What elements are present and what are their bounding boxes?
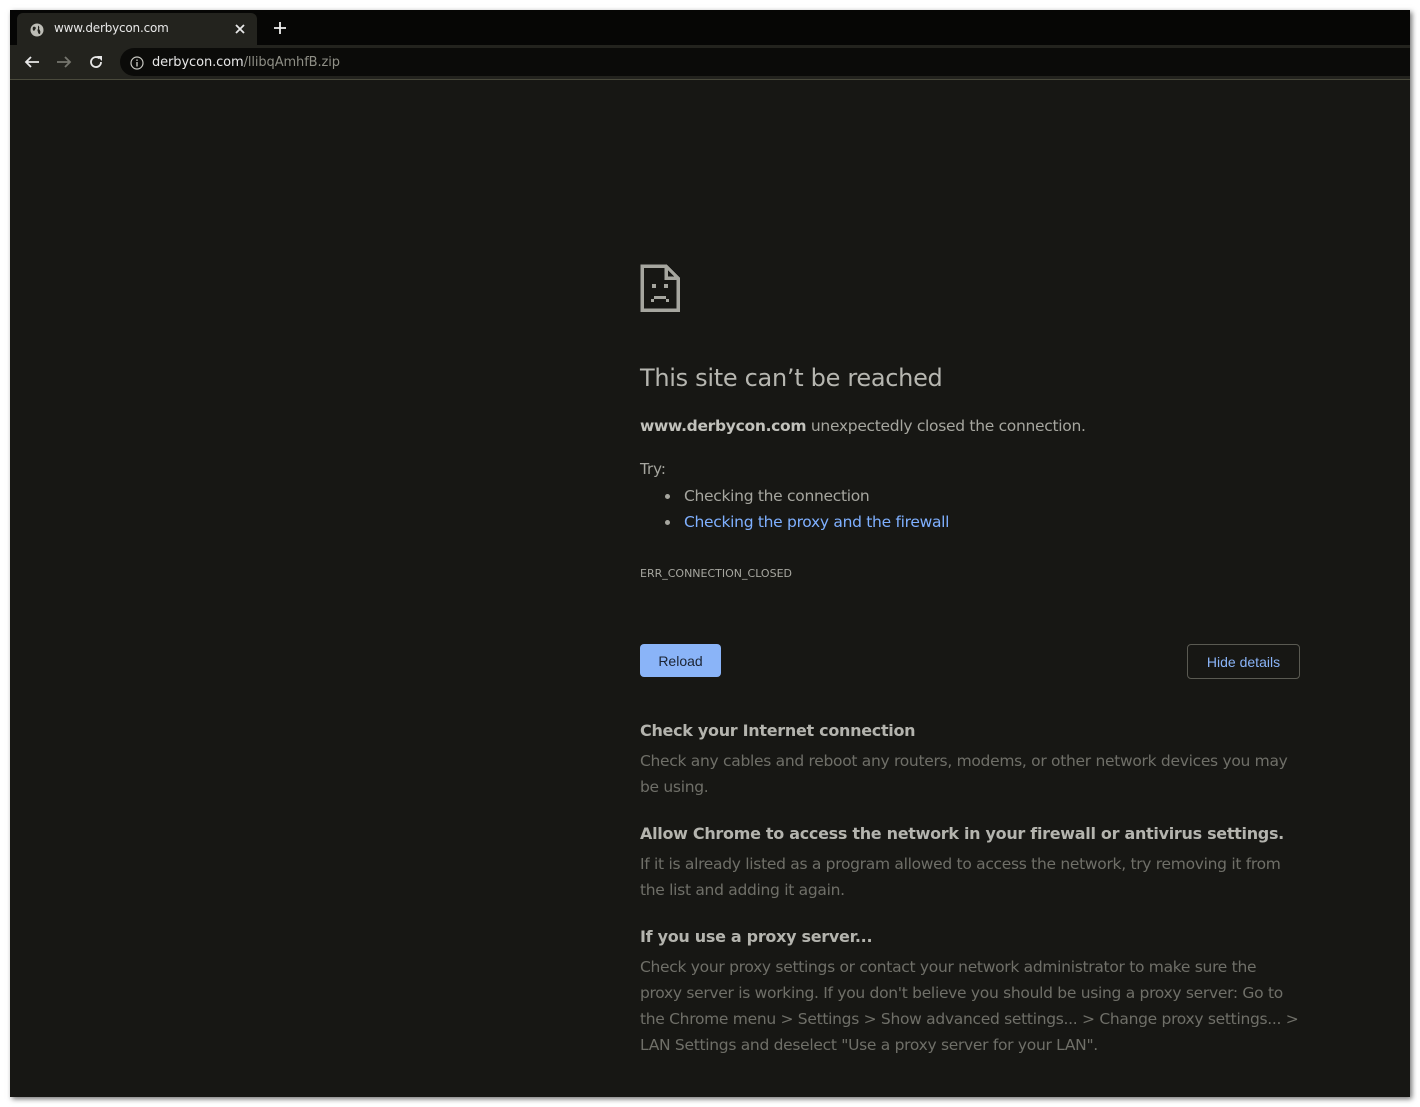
info-icon[interactable] [130,55,144,70]
address-bar[interactable]: derbycon.com/llibqAmhfB.zip [120,48,1410,76]
error-title: This site can’t be reached [640,364,943,392]
detail-body: Check your proxy settings or contact you… [640,958,1299,1054]
detail-body: Check any cables and reboot any routers,… [640,752,1288,796]
try-label: Try: [640,460,666,478]
hide-details-button[interactable]: Hide details [1187,644,1300,679]
summary-host: www.derbycon.com [640,417,807,435]
toolbar: derbycon.com/llibqAmhfB.zip [10,45,1410,80]
error-code: ERR_CONNECTION_CLOSED [640,567,792,580]
tab-title: www.derbycon.com [54,21,169,35]
tab-active[interactable]: www.derbycon.com [17,13,257,45]
globe-icon [30,22,44,37]
detail-check-internet: Check your Internet connection Check any… [640,721,1300,800]
tab-strip: www.derbycon.com [10,10,1410,45]
detail-heading: If you use a proxy server... [640,927,873,946]
url-text: derbycon.com/llibqAmhfB.zip [152,55,340,70]
browser-window: www.derbycon.com derbycon.com/llibqAmhfB… [10,10,1410,1097]
detail-body: If it is already listed as a program all… [640,855,1281,899]
detail-heading: Allow Chrome to access the network in yo… [640,824,1284,843]
suggestion-check-connection: Checking the connection [664,486,949,512]
arrow-left-icon[interactable] [22,52,42,72]
plus-icon[interactable] [270,18,290,38]
url-path: /llibqAmhfB.zip [243,55,340,70]
reload-icon[interactable] [86,52,106,72]
arrow-right-icon[interactable] [54,52,74,72]
sad-document-icon [640,264,680,312]
close-icon[interactable] [232,21,248,37]
suggestions-list: Checking the connection Checking the pro… [664,486,949,538]
detail-heading: Check your Internet connection [640,721,916,740]
detail-proxy: If you use a proxy server... Check your … [640,927,1300,1058]
reload-button[interactable]: Reload [640,644,721,677]
summary-text: unexpectedly closed the connection. [806,417,1086,435]
suggestion-proxy-firewall-link[interactable]: Checking the proxy and the firewall [664,512,949,538]
detail-firewall: Allow Chrome to access the network in yo… [640,824,1300,903]
error-summary: www.derbycon.com unexpectedly closed the… [640,417,1086,435]
url-host: derbycon.com [152,55,244,70]
